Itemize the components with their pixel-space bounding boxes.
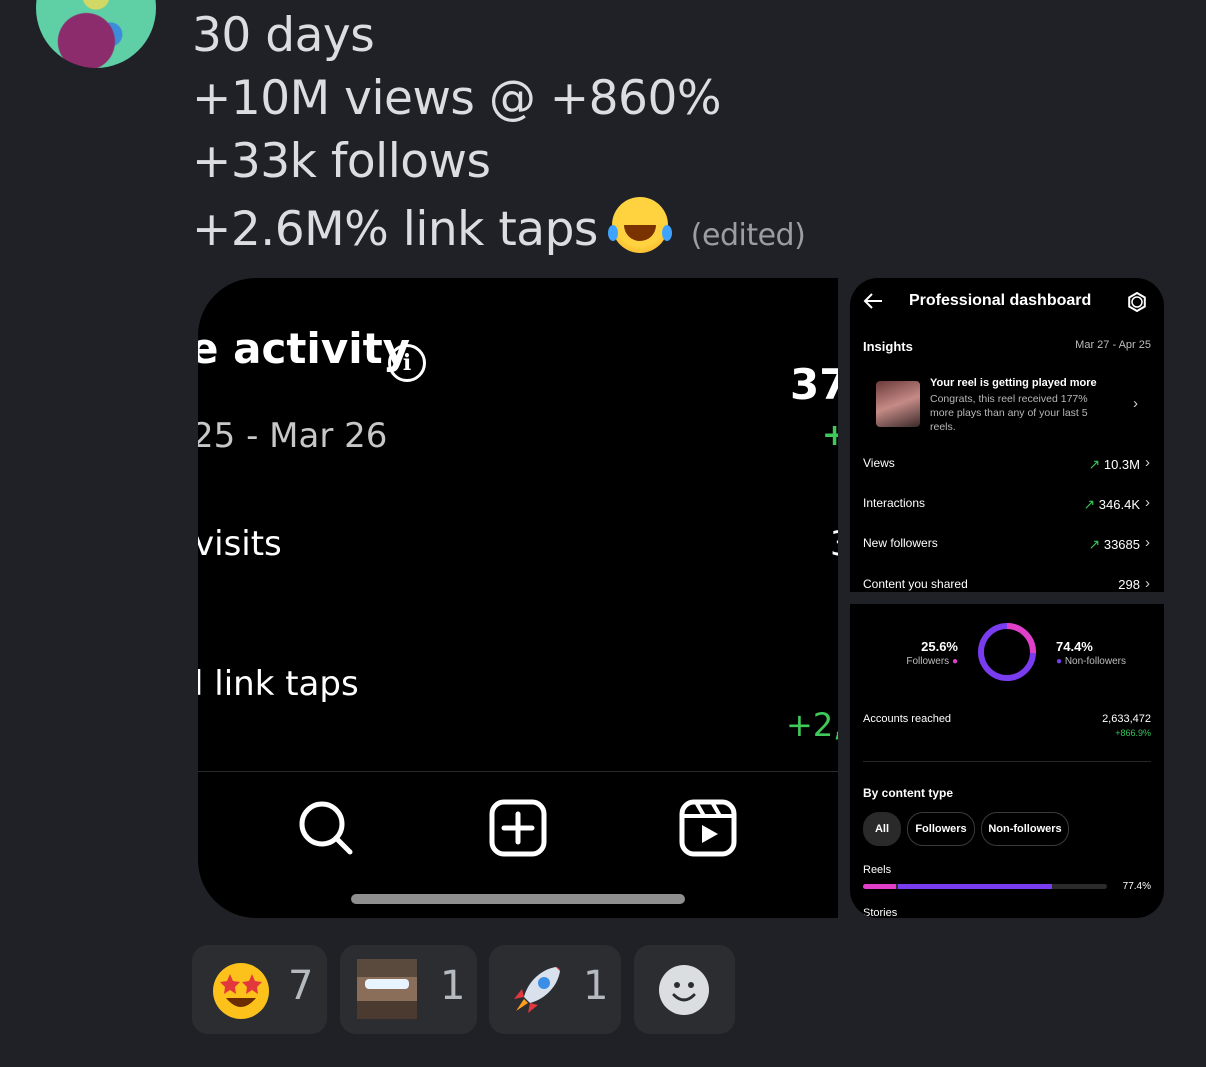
reels-bar-non-followers bbox=[898, 884, 1052, 889]
trend-up-icon: ↗ bbox=[1088, 456, 1101, 472]
reaction-custom-avatar[interactable]: 1 bbox=[340, 945, 477, 1034]
chevron-right-icon: › bbox=[1145, 534, 1150, 551]
metric-label-content-shared: Content you shared bbox=[863, 577, 968, 591]
chevron-right-icon: › bbox=[1145, 454, 1150, 471]
metric-row-views[interactable]: ↗ 10.3M bbox=[1089, 456, 1141, 473]
reels-label: Reels bbox=[863, 864, 892, 876]
non-followers-legend: ● Non-followers bbox=[1056, 656, 1126, 667]
attachment-image-dashboard[interactable]: Professional dashboard Insights Mar 27 -… bbox=[850, 278, 1164, 592]
attachment-image-reach[interactable]: 25.6% Followers ● 74.4% ● Non-followers … bbox=[850, 604, 1164, 918]
followers-legend: Followers ● bbox=[890, 656, 958, 667]
accounts-reached-label: Accounts reached bbox=[863, 713, 952, 725]
non-followers-legend-label: Non-followers bbox=[1064, 656, 1126, 667]
reels-icon bbox=[679, 799, 737, 857]
reaction-count: 7 bbox=[288, 963, 314, 1009]
add-reaction-icon bbox=[659, 965, 709, 1015]
reels-bar bbox=[863, 884, 1107, 889]
trend-up-icon: ↗ bbox=[1083, 496, 1096, 512]
back-arrow-icon bbox=[863, 293, 882, 309]
settings-icon bbox=[1128, 292, 1146, 312]
link-taps-value: +2,6 bbox=[786, 706, 838, 744]
link-taps-label: l link taps bbox=[198, 664, 359, 704]
custom-avatar-emoji-icon bbox=[357, 959, 417, 1019]
reels-bar-followers bbox=[863, 884, 896, 889]
metric-row-new-followers[interactable]: ↗ 33685 bbox=[1088, 536, 1140, 553]
metric-label-interactions: Interactions bbox=[863, 496, 926, 510]
chip-all[interactable]: All bbox=[863, 812, 901, 846]
metric-label-views: Views bbox=[863, 456, 895, 470]
message-line-2: +10M views @ +860% bbox=[192, 71, 722, 126]
metric-value-content-shared[interactable]: 298 bbox=[1118, 577, 1140, 592]
non-followers-dot-icon: ● bbox=[1056, 656, 1065, 667]
chip-non-followers[interactable]: Non-followers bbox=[981, 812, 1069, 846]
star-struck-emoji-icon bbox=[213, 963, 269, 1019]
followers-legend-label: Followers bbox=[906, 656, 950, 667]
visits-label: visits bbox=[198, 524, 282, 564]
message-line-3: +33k follows bbox=[192, 134, 491, 189]
reel-thumbnail bbox=[876, 381, 920, 427]
message-line-4: +2.6M% link taps (edited) bbox=[192, 197, 806, 257]
search-icon bbox=[299, 801, 353, 855]
laughing-emoji-icon bbox=[608, 197, 669, 253]
chip-followers[interactable]: Followers bbox=[907, 812, 975, 846]
reaction-star-struck[interactable]: 7 bbox=[192, 945, 327, 1034]
non-followers-pct: 74.4% bbox=[1056, 639, 1093, 654]
edited-tag: (edited) bbox=[690, 218, 806, 253]
insights-label: Insights bbox=[863, 339, 913, 354]
reaction-rocket[interactable]: 1 bbox=[489, 945, 621, 1034]
trend-up-icon: ↗ bbox=[1088, 536, 1101, 552]
insights-date-range: Mar 27 - Apr 25 bbox=[1075, 339, 1151, 351]
activity-title: e activity bbox=[198, 324, 411, 373]
date-range: 25 - Mar 26 bbox=[198, 416, 388, 456]
message-line-1: 30 days bbox=[192, 8, 375, 63]
avatar[interactable] bbox=[36, 0, 156, 68]
metric-value-new-followers: 33685 bbox=[1103, 537, 1140, 552]
create-post-icon bbox=[489, 799, 547, 857]
activity-change: + bbox=[822, 418, 838, 453]
divider bbox=[198, 771, 838, 772]
visits-value: 3 bbox=[830, 524, 838, 564]
metric-label-new-followers: New followers bbox=[863, 536, 938, 550]
add-reaction-button[interactable] bbox=[634, 945, 735, 1034]
metric-value-views: 10.3M bbox=[1103, 457, 1140, 472]
attachment-image-left[interactable]: e activity i 25 - Mar 26 37 + visits 3 l… bbox=[198, 278, 838, 918]
chevron-right-icon: › bbox=[1145, 494, 1150, 511]
rocket-emoji-icon bbox=[514, 967, 560, 1013]
metric-row-interactions[interactable]: ↗ 346.4K bbox=[1083, 496, 1140, 513]
dashboard-title: Professional dashboard bbox=[909, 292, 1092, 309]
reaction-count: 1 bbox=[440, 963, 466, 1009]
followers-dot-icon: ● bbox=[949, 656, 958, 667]
reach-donut-chart bbox=[978, 623, 1036, 681]
stories-label: Stories bbox=[863, 907, 898, 918]
reaction-count: 1 bbox=[583, 963, 609, 1009]
activity-count: 37 bbox=[790, 360, 838, 409]
accounts-reached-value: 2,633,472 bbox=[1102, 713, 1151, 725]
accounts-reached-change: +866.9% bbox=[1115, 728, 1151, 738]
home-indicator bbox=[351, 894, 685, 904]
info-icon: i bbox=[388, 344, 426, 382]
reels-pct: 77.4% bbox=[1122, 881, 1151, 892]
followers-pct: 25.6% bbox=[921, 639, 958, 654]
notice-body: Congrats, this reel received 177% more p… bbox=[930, 393, 1088, 433]
message-line-4-text: +2.6M% link taps bbox=[192, 202, 598, 257]
chevron-right-icon[interactable]: › bbox=[1133, 395, 1138, 412]
metric-value-interactions: 346.4K bbox=[1098, 497, 1140, 512]
divider bbox=[863, 761, 1151, 762]
notice-title: Your reel is getting played more bbox=[930, 377, 1097, 389]
by-content-type-heading: By content type bbox=[863, 786, 954, 800]
chevron-right-icon: › bbox=[1145, 575, 1150, 592]
